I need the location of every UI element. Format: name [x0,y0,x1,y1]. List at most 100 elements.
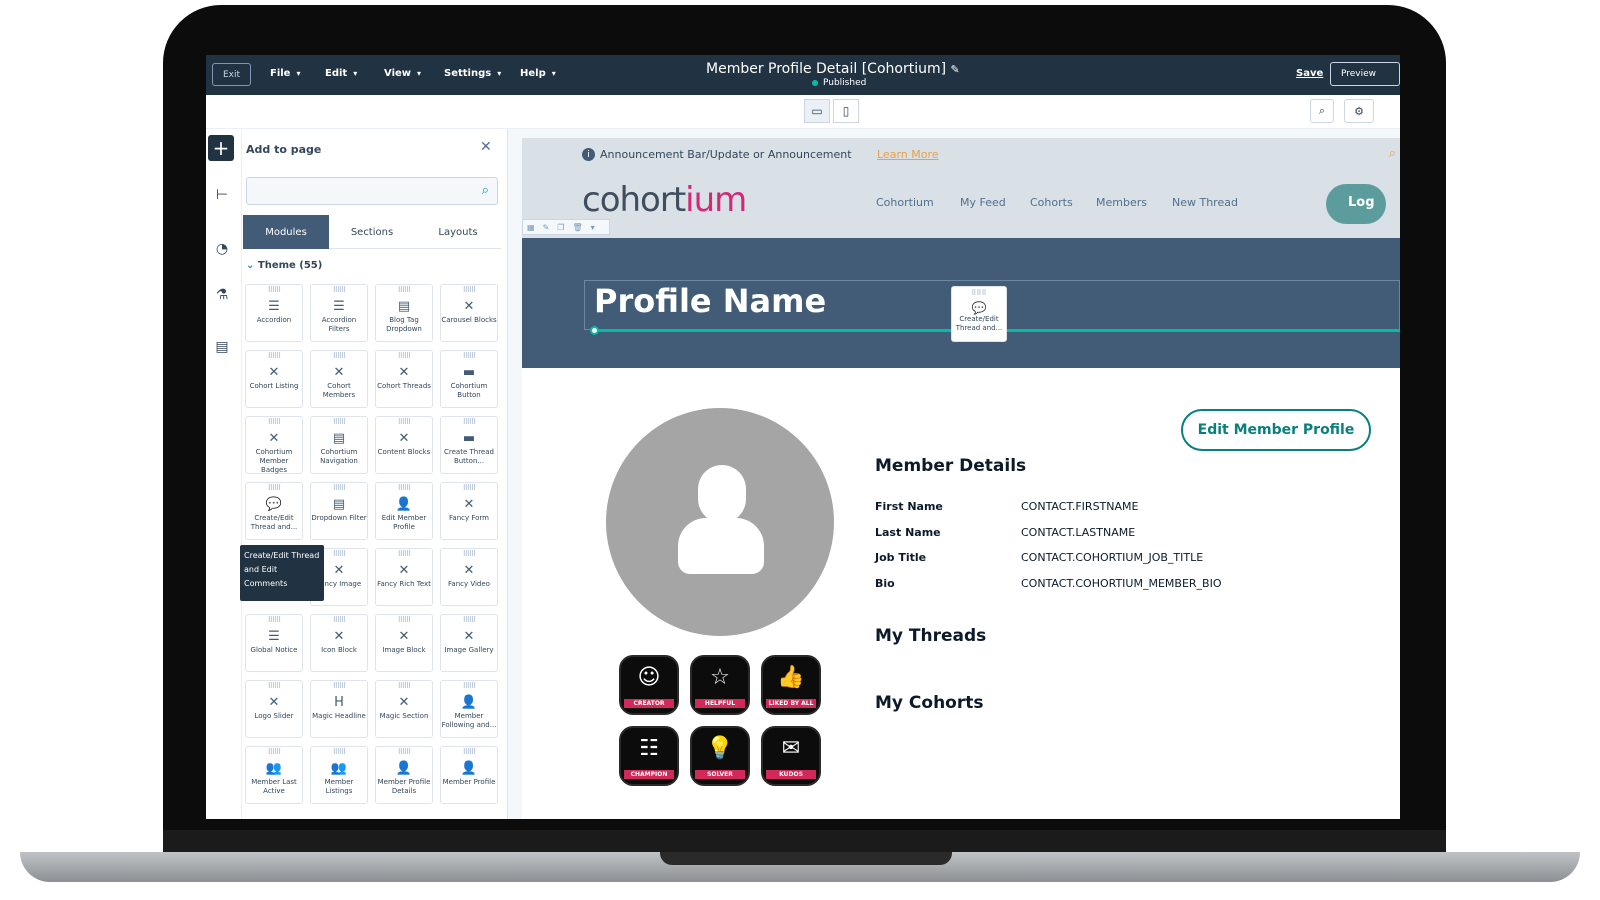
module-card[interactable]: ⠿⠿⠿ ✕ Cohort Listing [245,350,303,408]
module-label: Carousel Blocks [441,316,497,324]
module-card[interactable]: ⠿⠿⠿ ✕ Magic Section [375,680,433,738]
search-button[interactable]: ⌕ [1310,99,1334,123]
module-label: Image Block [382,646,426,654]
drag-card-label: Create/Edit Thread and... [955,315,1003,332]
x-icon: ✕ [463,629,475,644]
module-card[interactable]: ⠿⠿⠿ ✕ Fancy Form [440,482,498,540]
save-button[interactable]: Save [1296,68,1323,79]
copy-icon[interactable]: ❐ [557,223,564,232]
avatar [606,408,834,636]
pencil-icon[interactable]: ✎ [951,63,960,76]
login-button[interactable]: Log [1326,184,1386,224]
preview-button[interactable]: Preview [1330,62,1400,86]
tree-icon[interactable]: ⊢ [212,185,232,205]
menu-help[interactable]: Help ▾ [520,68,556,79]
module-card[interactable]: ⠿⠿⠿ ☰ Accordion [245,284,303,342]
module-card[interactable]: ⠿⠿⠿ 👥 Member Last Active [245,746,303,804]
module-card[interactable]: ⠿⠿⠿ ✕ Cohort Threads [375,350,433,408]
menu-settings[interactable]: Settings ▾ [444,68,501,79]
module-card[interactable]: ⠿⠿⠿ 👤 Member Following and... [440,680,498,738]
module-card[interactable]: ⠿⠿⠿ ▬ Create Thread Button... [440,416,498,474]
nav-cohortium[interactable]: Cohortium [876,196,934,209]
module-card[interactable]: ⠿⠿⠿ ▤ Cohortium Navigation [310,416,368,474]
layout-icon[interactable]: ▦ [527,223,535,232]
comment-icon: 💬 [971,301,987,315]
pencil-icon[interactable]: ✎ [543,223,550,232]
module-card[interactable]: ⠿⠿⠿ ✕ Cohortium Member Badges [245,416,303,474]
drop-indicator-handle [590,326,599,335]
flask-icon[interactable]: ⚗ [212,285,232,305]
module-card[interactable]: ⠿⠿⠿ ✕ Image Block [375,614,433,672]
menu-file[interactable]: File ▾ [270,68,300,79]
trash-icon[interactable]: 🗑 [572,223,582,232]
nav-cohorts[interactable]: Cohorts [1030,196,1073,209]
module-card[interactable]: ⠿⠿⠿ ☰ Global Notice [245,614,303,672]
module-card[interactable]: ⠿⠿⠿ 👤 Member Profile [440,746,498,804]
module-card[interactable]: ⠿⠿⠿ H Magic Headline [310,680,368,738]
drag-handle-icon: ⠿⠿⠿ [332,286,346,294]
theme-group-toggle[interactable]: ⌄ Theme (55) [246,260,322,271]
module-card[interactable]: ⠿⠿⠿ 👤 Member Profile Details [375,746,433,804]
chevron-down-icon: ▾ [417,69,422,78]
gauge-icon[interactable]: ◔ [212,239,232,259]
drag-handle-icon: ⠿⠿⠿ [971,289,987,297]
tab-modules[interactable]: Modules [243,215,329,249]
nav-members[interactable]: Members [1096,196,1147,209]
module-card[interactable]: ⠿⠿⠿ 👥 Member Listings [310,746,368,804]
search-icon: ⌕ [1318,104,1326,117]
module-label: Cohortium Member Badges [255,448,293,474]
module-card[interactable]: ⠿⠿⠿ ▬ Cohortium Button [440,350,498,408]
module-label: Accordion [256,316,292,324]
chevron-down-icon: ▾ [353,69,358,78]
nav-my-feed[interactable]: My Feed [960,196,1006,209]
module-label: Accordion Filters [321,316,357,333]
document-title[interactable]: Member Profile Detail [Cohortium] ✎ [706,61,960,77]
badge-label: CREATOR [624,699,674,708]
edit-member-profile-button[interactable]: Edit Member Profile [1181,409,1371,451]
mobile-view-button[interactable]: ▯ [833,99,859,123]
module-label: Logo Slider [254,712,294,720]
module-card[interactable]: ⠿⠿⠿ ✕ Logo Slider [245,680,303,738]
profile-name-heading[interactable]: Profile Name [594,282,826,320]
module-card[interactable]: ⠿⠿⠿ ✕ Cohort Members [310,350,368,408]
nav-new-thread[interactable]: New Thread [1172,196,1238,209]
x-icon: ✕ [268,695,280,710]
tab-layouts[interactable]: Layouts [415,215,501,249]
dragged-module-card[interactable]: ⠿⠿⠿ 💬 Create/Edit Thread and... [951,286,1007,342]
module-label: Dropdown Filter [311,514,367,522]
close-icon[interactable]: ✕ [480,139,492,155]
module-card[interactable]: ⠿⠿⠿ ✕ Fancy Rich Text [375,548,433,606]
learn-more-link[interactable]: Learn More [877,148,939,161]
module-card[interactable]: ⠿⠿⠿ 👤 Edit Member Profile [375,482,433,540]
menu-edit[interactable]: Edit ▾ [325,68,357,79]
module-card[interactable]: ⠿⠿⠿ ✕ Content Blocks [375,416,433,474]
add-icon[interactable]: + [208,135,234,161]
tab-sections[interactable]: Sections [329,215,415,249]
module-label: Content Blocks [377,448,431,456]
module-label: Member Last Active [251,778,297,795]
search-icon[interactable]: ⌕ [1389,146,1396,161]
menu-view[interactable]: View ▾ [384,68,421,79]
list-icon: ☰ [333,299,345,314]
chevron-down-icon[interactable]: ▾ [591,223,595,232]
module-card[interactable]: ⠿⠿⠿ ✕ Icon Block [310,614,368,672]
module-card[interactable]: ⠿⠿⠿ 💬 Create/Edit Thread and... [245,482,303,540]
module-card[interactable]: ⠿⠿⠿ ▤ Blog Tag Dropdown [375,284,433,342]
page-preview: i Announcement Bar/Update or Announcemen… [522,138,1400,819]
exit-button[interactable]: Exit [212,63,251,86]
module-card[interactable]: ⠿⠿⠿ ☰ Accordion Filters [310,284,368,342]
settings-button[interactable]: ⚙ [1344,99,1374,123]
module-card[interactable]: ⠿⠿⠿ ✕ Fancy Video [440,548,498,606]
module-card[interactable]: ⠿⠿⠿ ✕ Image Gallery [440,614,498,672]
drag-handle-icon: ⠿⠿⠿ [332,484,346,492]
drag-handle-icon: ⠿⠿⠿ [397,286,411,294]
cohortium-logo[interactable]: cohortium [582,180,747,220]
x-icon: ✕ [398,629,410,644]
desktop-view-button[interactable]: ▭ [804,99,830,123]
module-card[interactable]: ⠿⠿⠿ ✕ Carousel Blocks [440,284,498,342]
search-input[interactable]: ⌕ [246,177,498,205]
search-icon: ⌕ [481,183,489,198]
drag-handle-icon: ⠿⠿⠿ [267,748,281,756]
document-icon[interactable]: ▤ [212,337,232,357]
module-card[interactable]: ⠿⠿⠿ ▤ Dropdown Filter [310,482,368,540]
